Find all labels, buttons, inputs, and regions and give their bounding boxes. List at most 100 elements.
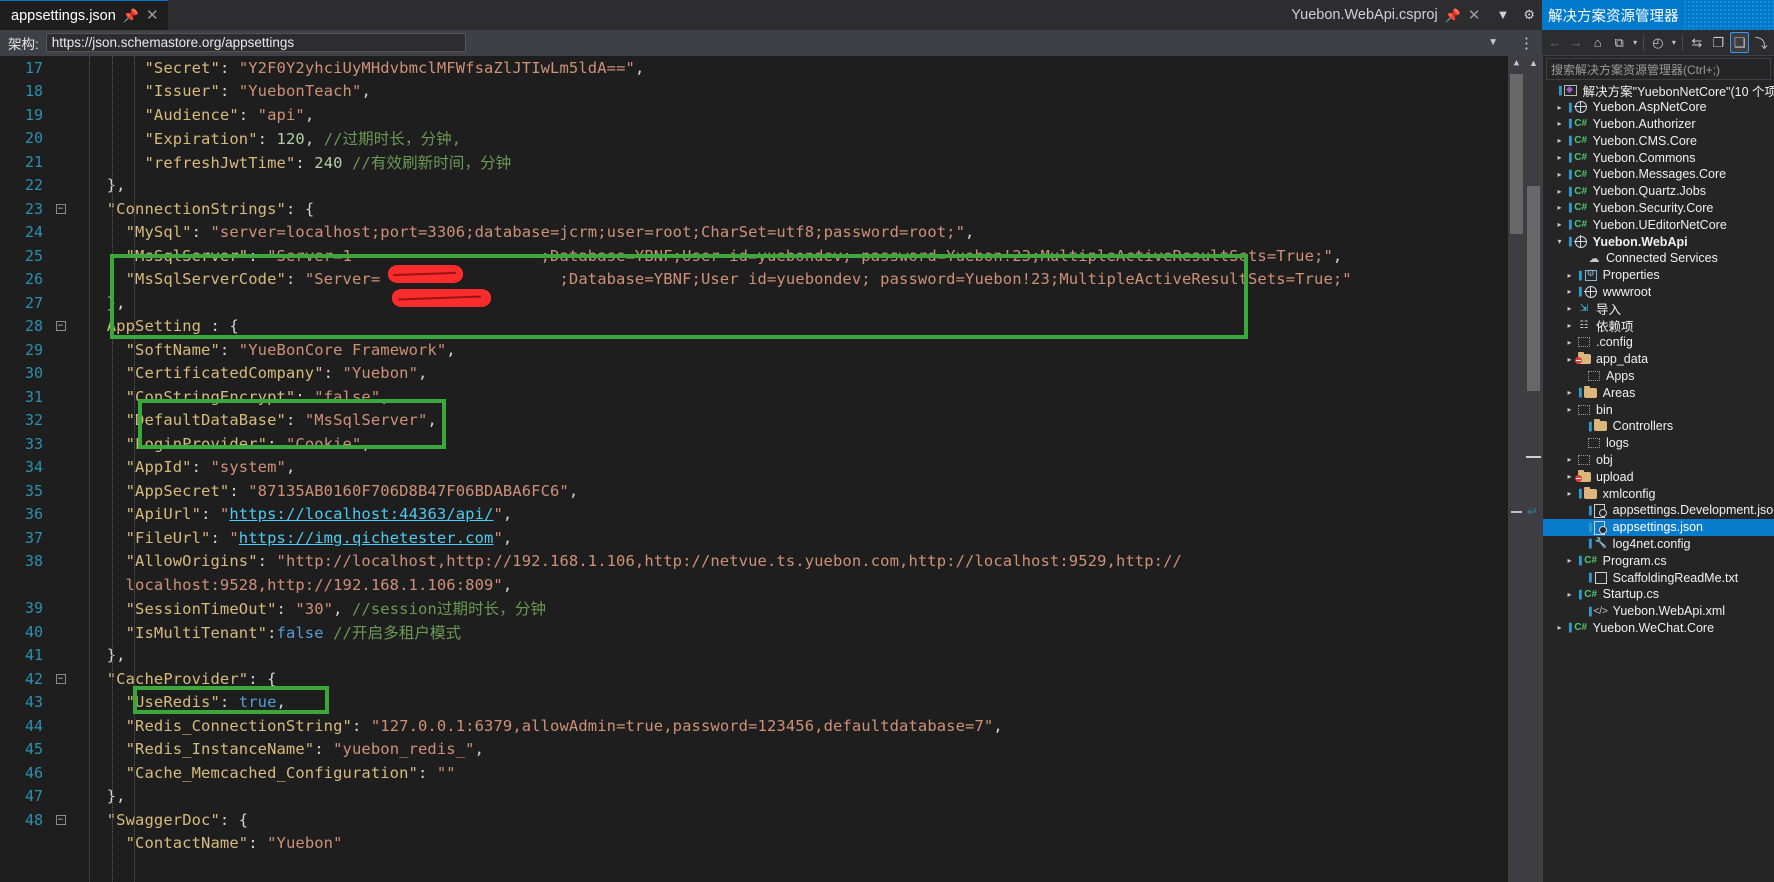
tree-item[interactable]: ▸ ▐ C# Yuebon.Commons	[1543, 149, 1774, 166]
chevron-down-icon[interactable]: ▼	[1489, 0, 1516, 30]
tree-item[interactable]: ▸ ▐ wwwroot	[1543, 284, 1774, 301]
code-line[interactable]: 25 "MsSqlServer": "Server=1 ;Database=YB…	[0, 244, 1525, 268]
tree-item[interactable]: ▸ ▐ C# Yuebon.Authorizer	[1543, 116, 1774, 133]
code-line[interactable]: 42− "CacheProvider": {	[0, 667, 1525, 691]
split-view-icon[interactable]: ⋮	[1519, 34, 1534, 52]
sync-caret-icon[interactable]: ▾	[1631, 32, 1639, 53]
tree-item[interactable]: ▸ upload	[1543, 468, 1774, 485]
sync-with-active-document-button[interactable]: ⧉	[1609, 32, 1628, 53]
code-line[interactable]: 48− "SwaggerDoc": {	[0, 808, 1525, 832]
tree-item[interactable]: ▸ app_data	[1543, 351, 1774, 368]
chevron-right-icon[interactable]: ▸	[1563, 287, 1576, 296]
chevron-down-icon[interactable]: ▼	[1488, 37, 1498, 48]
drag-handle[interactable]	[1682, 0, 1774, 30]
code-line[interactable]: 41 },	[0, 644, 1525, 668]
tree-item[interactable]: ▸ ⇲ 导入	[1543, 300, 1774, 317]
tree-item[interactable]: ▸ ▐ Areas	[1543, 384, 1774, 401]
tree-item[interactable]: ▸ ☷ 依赖项	[1543, 317, 1774, 334]
code-link[interactable]: https://img.qichetester.com	[239, 529, 494, 547]
view-code-button[interactable]: ⤵	[1751, 32, 1770, 53]
chevron-right-icon[interactable]: ▸	[1563, 590, 1576, 599]
tab-yuebon-webapi-csproj[interactable]: Yuebon.WebApi.csproj 📌 ✕	[1280, 0, 1489, 30]
chevron-right-icon[interactable]: ▸	[1553, 220, 1566, 229]
code-line[interactable]: 29 "SoftName": "YueBonCore Framework",	[0, 338, 1525, 362]
tree-item[interactable]: ▸ bin	[1543, 401, 1774, 418]
collapse-all-button[interactable]: ❐	[1709, 32, 1728, 53]
tree-item[interactable]: ▐ 🔧 log4net.config	[1543, 536, 1774, 553]
pin-icon[interactable]: 📌	[123, 9, 139, 22]
chevron-right-icon[interactable]: ▸	[1553, 170, 1566, 179]
tree-item[interactable]: ▸ ▐ C# Yuebon.CMS.Core	[1543, 132, 1774, 149]
code-line[interactable]: 26 "MsSqlServerCode": "Server= ;Database…	[0, 268, 1525, 292]
tree-item[interactable]: ▐ 解决方案"YuebonNetCore"(10 个项目，其	[1543, 82, 1774, 99]
code-line[interactable]: 17 "Secret": "Y2F0Y2yhciUyMHdvbmclMFWfsa…	[0, 56, 1525, 80]
fold-collapse-icon[interactable]: −	[52, 814, 69, 825]
chevron-right-icon[interactable]: ▸	[1563, 556, 1576, 565]
chevron-right-icon[interactable]: ▸	[1553, 187, 1566, 196]
code-line[interactable]: 46 "Cache_Memcached_Configuration": ""	[0, 761, 1525, 785]
code-line[interactable]: 37 "FileUrl": "https://img.qichetester.c…	[0, 526, 1525, 550]
code-line[interactable]: 18 "Issuer": "YuebonTeach",	[0, 80, 1525, 104]
tree-item[interactable]: ▐ Controllers	[1543, 418, 1774, 435]
filter-caret-icon[interactable]: ▾	[1670, 32, 1678, 53]
code-line[interactable]: 40 "IsMultiTenant":false //开启多租户模式	[0, 620, 1525, 644]
code-line[interactable]: 27 },	[0, 291, 1525, 315]
tree-item[interactable]: ▸ ▐ C# Startup.cs	[1543, 586, 1774, 603]
code-line[interactable]: 24 "MySql": "server=localhost;port=3306;…	[0, 221, 1525, 245]
chevron-right-icon[interactable]: ▸	[1563, 338, 1576, 347]
code-line[interactable]: 33 "LoginProvider": "Cookie",	[0, 432, 1525, 456]
code-line[interactable]: 35 "AppSecret": "87135AB0160F706D8B47F06…	[0, 479, 1525, 503]
pin-icon[interactable]: 📌	[1445, 9, 1461, 22]
tree-item[interactable]: ▾ ▐ Yuebon.WebApi	[1543, 233, 1774, 250]
schema-input[interactable]: https://json.schemastore.org/appsettings	[45, 33, 466, 52]
chevron-right-icon[interactable]: ▸	[1563, 304, 1576, 313]
tree-item[interactable]: ▐ appsettings.Development.json	[1543, 502, 1774, 519]
tree-item[interactable]: ▸ ▐ C# Yuebon.UEditorNetCore	[1543, 216, 1774, 233]
code-line[interactable]: 19 "Audience": "api",	[0, 103, 1525, 127]
code-line[interactable]: 34 "AppId": "system",	[0, 456, 1525, 480]
tree-item[interactable]: ▸ ▐ xmlconfig	[1543, 485, 1774, 502]
code-line[interactable]: 39 "SessionTimeOut": "30", //session过期时长…	[0, 597, 1525, 621]
chevron-right-icon[interactable]: ▸	[1563, 271, 1576, 280]
code-line[interactable]: 38 "AllowOrigins": "http://localhost,htt…	[0, 550, 1525, 574]
home-button[interactable]: ⌂	[1588, 32, 1607, 53]
code-line[interactable]: "ContactName": "Yuebon"	[0, 832, 1525, 856]
code-line[interactable]: 30 "CertificatedCompany": "Yuebon",	[0, 362, 1525, 386]
tree-item[interactable]: ▐ </> Yuebon.WebApi.xml	[1543, 603, 1774, 620]
tree-item[interactable]: ☁ Connected Services	[1543, 250, 1774, 267]
back-button[interactable]: ←	[1545, 32, 1564, 53]
chevron-right-icon[interactable]: ▸	[1553, 103, 1566, 112]
scrollbar-thumb[interactable]	[1527, 186, 1540, 391]
code-link[interactable]: https://localhost:44363/api/	[229, 505, 493, 523]
chevron-right-icon[interactable]: ▸	[1553, 136, 1566, 145]
chevron-down-icon[interactable]: ▾	[1553, 237, 1566, 246]
forward-button[interactable]: →	[1566, 32, 1585, 53]
close-icon[interactable]: ✕	[146, 8, 159, 23]
scroll-up-arrow[interactable]: ▲	[1525, 58, 1542, 68]
code-line[interactable]: 20 "Expiration": 120, //过期时长，分钟,	[0, 127, 1525, 151]
tree-item[interactable]: ▸ obj	[1543, 452, 1774, 469]
code-line[interactable]: 32 "DefaultDataBase": "MsSqlServer",	[0, 409, 1525, 433]
tree-item[interactable]: ▸ ▐ Yuebon.AspNetCore	[1543, 99, 1774, 116]
chevron-right-icon[interactable]: ▸	[1563, 472, 1576, 481]
tree-item[interactable]: ▸ ▐ C# Yuebon.Quartz.Jobs	[1543, 183, 1774, 200]
chevron-right-icon[interactable]: ▸	[1553, 119, 1566, 128]
scrollbar-thumb[interactable]	[1510, 74, 1523, 234]
code-line[interactable]: 44 "Redis_ConnectionString": "127.0.0.1:…	[0, 714, 1525, 738]
code-line[interactable]: 43 "UseRedis": true,	[0, 691, 1525, 715]
tree-item[interactable]: ▸ ▐ C# Yuebon.Messages.Core	[1543, 166, 1774, 183]
tree-item[interactable]: Apps	[1543, 368, 1774, 385]
tree-item[interactable]: ▸ ▐ C# Yuebon.WeChat.Core	[1543, 620, 1774, 637]
tree-item-selected[interactable]: ▐ appsettings.json	[1543, 518, 1774, 536]
chevron-right-icon[interactable]: ▸	[1553, 203, 1566, 212]
chevron-right-icon[interactable]: ▸	[1563, 455, 1576, 464]
close-icon[interactable]: ✕	[1468, 8, 1481, 23]
code-line[interactable]: 31 "ConStringEncrypt": "false",	[0, 385, 1525, 409]
code-line[interactable]: 22 },	[0, 174, 1525, 198]
chevron-right-icon[interactable]: ▸	[1563, 388, 1576, 397]
tree-item[interactable]: ▸ ▐ C# Program.cs	[1543, 552, 1774, 569]
editor-vertical-scrollbar[interactable]: ▲	[1508, 56, 1525, 882]
tree-item[interactable]: ▐ ScaffoldingReadMe.txt	[1543, 569, 1774, 586]
gear-icon[interactable]: ⚙	[1516, 0, 1542, 30]
refresh-button[interactable]: ⇆	[1687, 32, 1706, 53]
